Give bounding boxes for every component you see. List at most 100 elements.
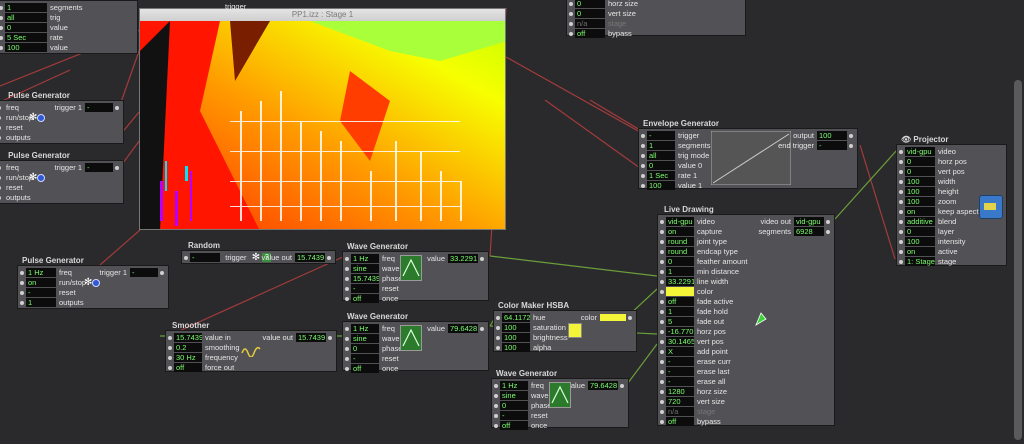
input-port[interactable]: [660, 319, 664, 324]
input-port[interactable]: [494, 393, 498, 398]
output-port[interactable]: [620, 383, 624, 388]
projector-value-field[interactable]: 100: [905, 237, 935, 246]
stage-title[interactable]: PP1.izz : Stage 1: [140, 9, 505, 21]
input-port[interactable]: [660, 349, 664, 354]
pulse-value-field[interactable]: 1 Hz: [26, 268, 56, 277]
live-value-field[interactable]: 1: [666, 267, 694, 276]
input-port[interactable]: [0, 185, 1, 190]
input-port[interactable]: [660, 329, 664, 334]
input-port[interactable]: [0, 115, 1, 120]
live-value-field[interactable]: off: [666, 417, 694, 426]
projector-value-field[interactable]: vid-gpu: [905, 147, 935, 156]
envelope-value-field[interactable]: 100: [647, 181, 675, 190]
output-port[interactable]: [628, 315, 632, 320]
input-port[interactable]: [569, 11, 573, 16]
input-port[interactable]: [899, 259, 903, 264]
input-port[interactable]: [20, 290, 24, 295]
wave3-value-field[interactable]: sine: [500, 391, 528, 400]
input-port[interactable]: [569, 21, 573, 26]
input-port[interactable]: [345, 346, 349, 351]
top_left-value-field[interactable]: 5 Sec: [5, 33, 47, 42]
input-port[interactable]: [20, 300, 24, 305]
input-port[interactable]: [660, 299, 664, 304]
color_maker-value-field[interactable]: 100: [502, 343, 530, 352]
smoother-value-field[interactable]: 15.7439: [174, 333, 202, 342]
live-value-field[interactable]: vid-gpu: [666, 217, 694, 226]
live-value-field[interactable]: [666, 287, 694, 296]
input-port[interactable]: [494, 383, 498, 388]
input-port[interactable]: [20, 280, 24, 285]
input-port[interactable]: [496, 345, 500, 350]
input-port[interactable]: [660, 339, 664, 344]
trigger-value[interactable]: -: [85, 103, 113, 112]
wave3-value-field[interactable]: 0: [500, 401, 528, 410]
input-port[interactable]: [496, 325, 500, 330]
live-value-field[interactable]: 0: [666, 257, 694, 266]
wave-shape-icon[interactable]: [400, 255, 422, 281]
live-value-field[interactable]: n/a: [666, 407, 694, 416]
input-port[interactable]: [168, 335, 172, 340]
random-in-value[interactable]: -: [190, 253, 220, 262]
input-port[interactable]: [899, 179, 903, 184]
input-port[interactable]: [0, 45, 3, 50]
input-port[interactable]: [660, 279, 664, 284]
input-port[interactable]: [0, 165, 1, 170]
projector-value-field[interactable]: 1: Stage: [905, 257, 935, 266]
color-swatch[interactable]: [600, 314, 626, 321]
random-out-value[interactable]: 15.7439: [295, 253, 325, 262]
output-port[interactable]: [849, 143, 853, 148]
value-out-field[interactable]: 33.2291: [448, 254, 478, 263]
input-port[interactable]: [0, 125, 1, 130]
input-port[interactable]: [899, 219, 903, 224]
input-port[interactable]: [569, 1, 573, 6]
input-port[interactable]: [0, 195, 1, 200]
input-port[interactable]: [0, 135, 1, 140]
input-port[interactable]: [494, 423, 498, 428]
input-port[interactable]: [660, 259, 664, 264]
input-port[interactable]: [0, 5, 3, 10]
output-port[interactable]: [826, 219, 830, 224]
live-value-field[interactable]: 5: [666, 317, 694, 326]
input-port[interactable]: [899, 169, 903, 174]
projector-value-field[interactable]: on: [905, 207, 935, 216]
output-port[interactable]: [480, 256, 484, 261]
envelope-output-value[interactable]: 100: [817, 131, 847, 140]
wave2-value-field[interactable]: sine: [351, 334, 379, 343]
input-port[interactable]: [0, 25, 3, 30]
input-port[interactable]: [494, 403, 498, 408]
wave2-value-field[interactable]: 1 Hz: [351, 324, 379, 333]
output-port[interactable]: [115, 165, 119, 170]
live-value-field[interactable]: -16.770: [666, 327, 694, 336]
value-out-field[interactable]: 79.6428: [448, 324, 478, 333]
output-port[interactable]: [849, 133, 853, 138]
envelope-value-field[interactable]: 0: [647, 161, 675, 170]
color_maker-value-field[interactable]: 100: [502, 333, 530, 342]
input-port[interactable]: [345, 366, 349, 371]
wave2-value-field[interactable]: off: [351, 364, 379, 373]
projector-value-field[interactable]: on: [905, 247, 935, 256]
envelope-value-field[interactable]: all: [647, 151, 675, 160]
envelope-graph[interactable]: [711, 131, 791, 185]
projector-value-field[interactable]: 100: [905, 177, 935, 186]
live-value-field[interactable]: 1280: [666, 387, 694, 396]
top_right-value-field[interactable]: n/a: [575, 19, 605, 28]
input-port[interactable]: [899, 189, 903, 194]
input-port[interactable]: [899, 229, 903, 234]
live-value-field[interactable]: 720: [666, 397, 694, 406]
input-port[interactable]: [0, 35, 3, 40]
segments-value[interactable]: 6928: [794, 227, 824, 236]
live-value-field[interactable]: X: [666, 347, 694, 356]
projector-value-field[interactable]: 0: [905, 157, 935, 166]
top_right-value-field[interactable]: 0: [575, 9, 605, 18]
vertical-scrollbar[interactable]: [1014, 80, 1022, 440]
wave1-value-field[interactable]: 1 Hz: [351, 254, 379, 263]
trigger-value[interactable]: -: [130, 268, 158, 277]
top_right-value-field[interactable]: 0: [575, 0, 605, 8]
trigger-value[interactable]: -: [85, 163, 113, 172]
pulse-value-field[interactable]: -: [26, 288, 56, 297]
input-port[interactable]: [899, 149, 903, 154]
value-out-field[interactable]: 79.6428: [588, 381, 618, 390]
input-port[interactable]: [345, 296, 349, 301]
input-port[interactable]: [660, 229, 664, 234]
wave1-value-field[interactable]: sine: [351, 264, 379, 273]
